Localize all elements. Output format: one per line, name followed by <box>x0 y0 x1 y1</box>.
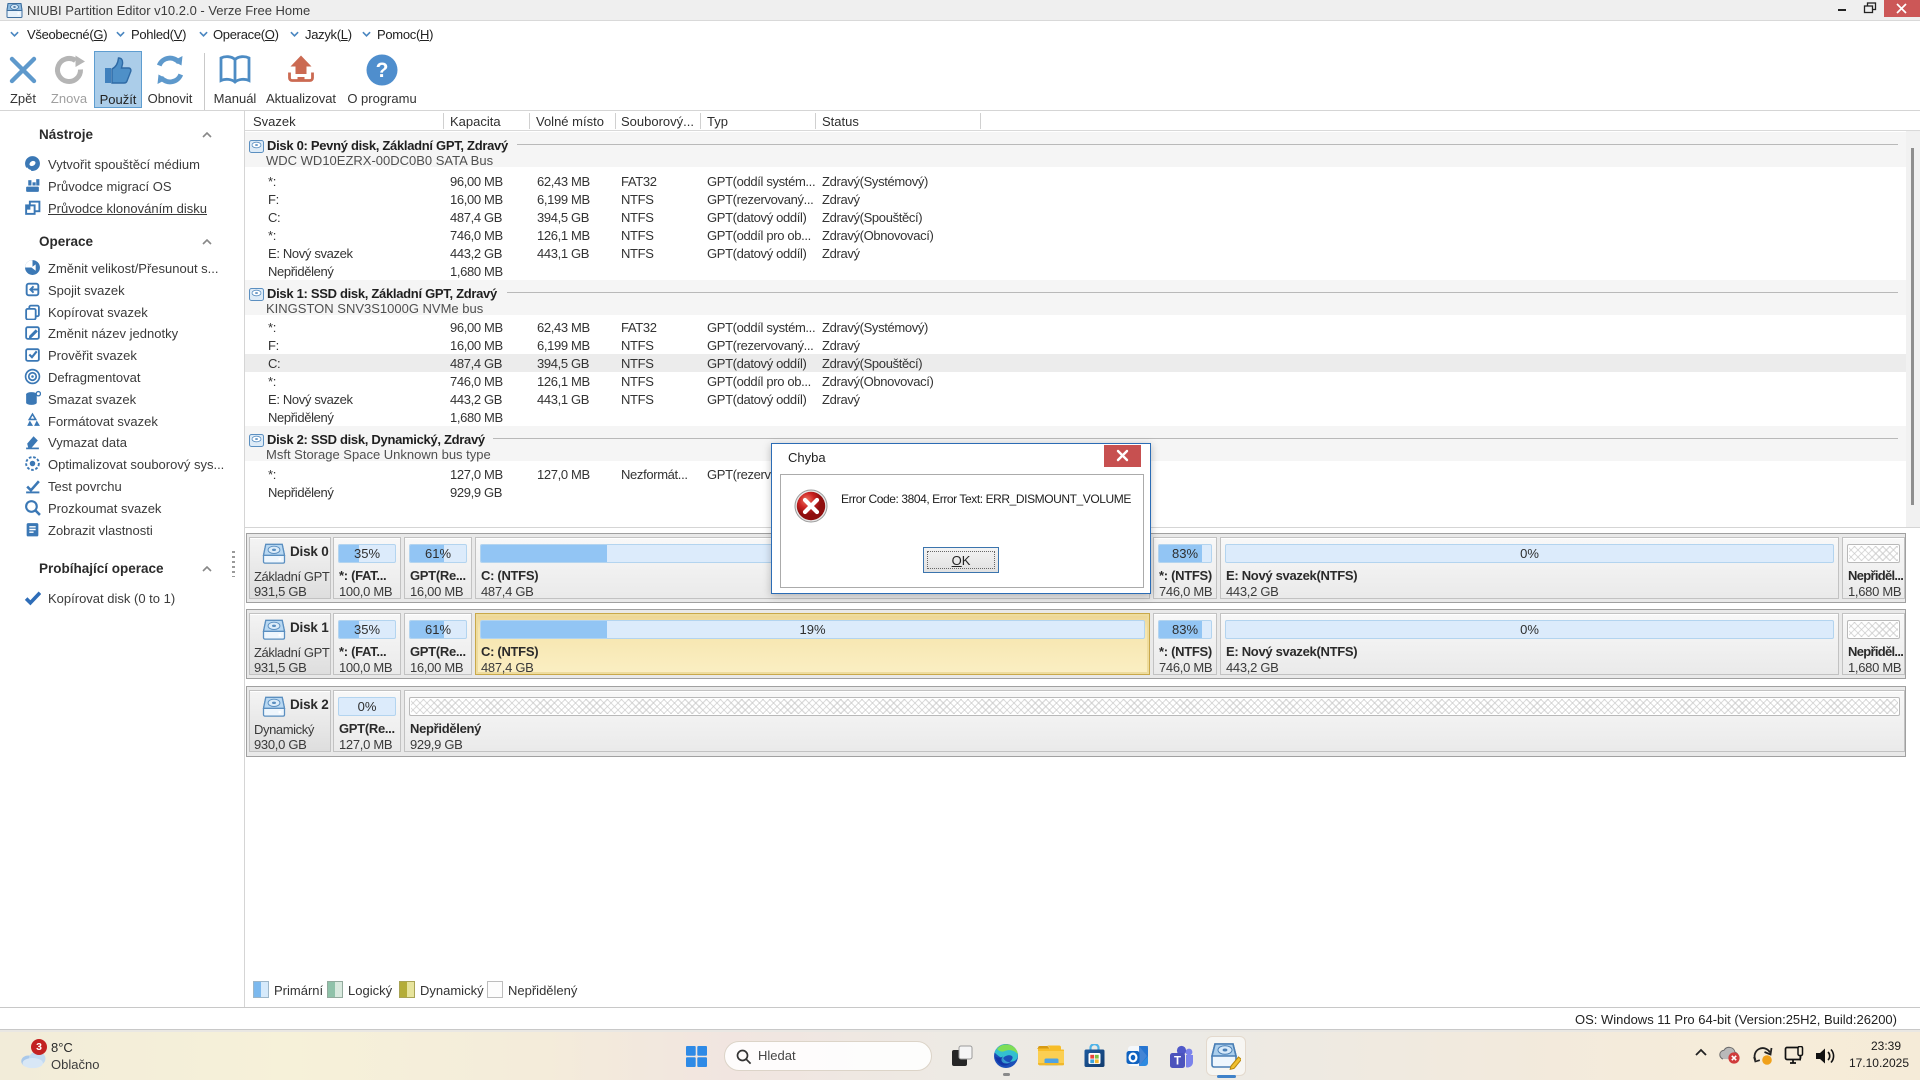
svg-text:?: ? <box>376 59 389 82</box>
svg-text:T: T <box>1174 1056 1181 1068</box>
